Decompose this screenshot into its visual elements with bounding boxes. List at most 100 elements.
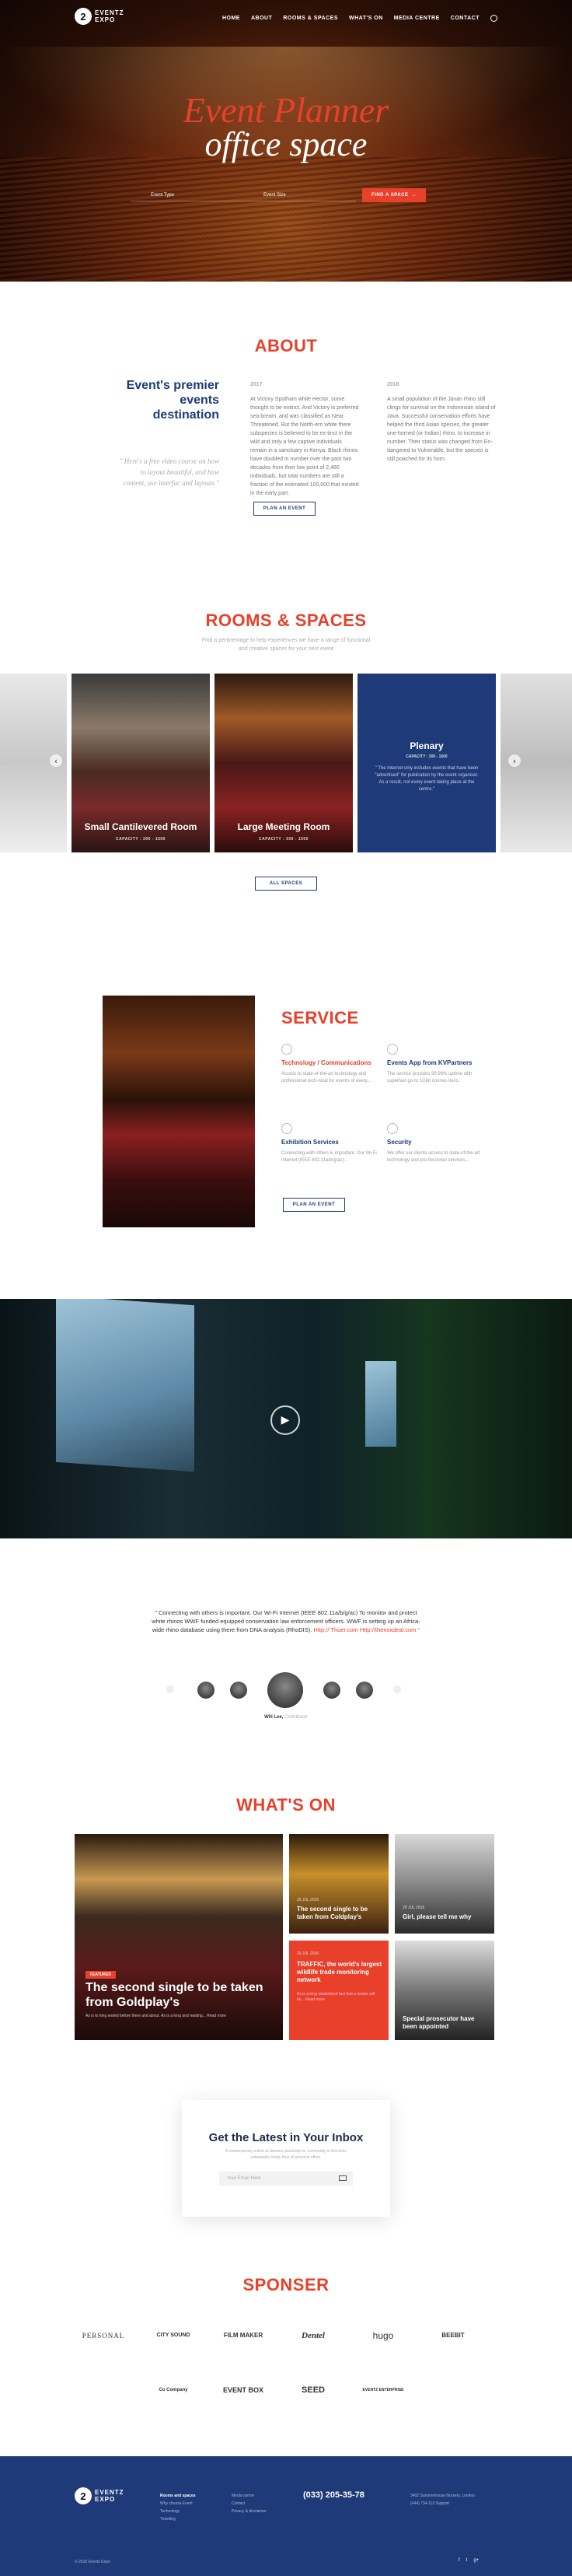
room-card-capacity: CAPACITY : 300 - 1500 [116,837,166,842]
nav-media-centre[interactable]: MEDIA CENTRE [394,16,440,21]
sponsor-logo[interactable]: BEEBIT [427,2318,479,2354]
sponsor-logo[interactable]: EVENTZ ENTERPRISE [358,2372,409,2408]
about-quote: " Here's a free video course on how to l… [119,457,219,487]
sponsor-logo[interactable]: EVENT BOX [218,2372,269,2408]
nav-contact[interactable]: CONTACT [451,16,480,21]
avatar[interactable] [323,1682,340,1699]
sponsor-logo[interactable]: CITY SOUND [148,2318,199,2354]
article-title: Girl, please tell me why [403,1913,472,1920]
footer-link[interactable]: Technology [160,2508,196,2515]
service-item-text: Connecting with others is important. Our… [281,1151,377,1163]
testimonial-avatars [166,1672,406,1708]
chevron-right-icon[interactable]: › [508,754,521,767]
footer-link[interactable]: Rooms and spaces [160,2492,196,2500]
avatar[interactable] [197,1682,214,1699]
article-date: 29 JUL 2016 [403,1906,425,1910]
avatar[interactable] [230,1682,247,1699]
service-item-text: The service provides 99.99% uptime with … [387,1072,473,1083]
footer-link[interactable]: Why choose Event [160,2500,196,2508]
service-image [103,996,255,1227]
nav-rooms[interactable]: ROOMS & SPACES [283,16,338,21]
about-column-2: 2018 A small population of the Javan rhi… [387,380,496,464]
logo-mark: 2 [75,8,92,25]
footer-link[interactable]: Ticketing [160,2515,196,2523]
service-security: Security We offer our clients access to … [387,1123,488,1164]
service-item-title: Security [387,1139,412,1146]
room-card-title: Plenary [410,740,444,751]
room-card-small-cantilevered[interactable]: Small Cantilevered Room CAPACITY : 300 -… [72,674,210,852]
event-size-select[interactable]: Event Size [243,189,356,201]
avatar-active[interactable] [267,1672,303,1708]
service-item-title: Technology / Communications [281,1059,371,1066]
footer-links-2: Media centre Contact Privacy & disclaime… [232,2492,267,2515]
about-heading: Event's premier events destination [126,379,219,422]
about-year-1: 2017 [250,382,263,387]
exhibition-icon [281,1123,292,1134]
chevron-left-icon[interactable]: ‹ [50,754,62,767]
nav-home[interactable]: HOME [222,16,240,21]
plan-event-button[interactable]: PLAN AN EVENT [253,502,316,516]
rooms-subtitle: Find a pertinentage to help experiences … [201,638,371,652]
arrow-right-icon: → [411,193,417,198]
footer-phone[interactable]: (033) 205-35-78 [303,2490,364,2500]
event-type-select[interactable]: Event Type [131,189,243,201]
article-card[interactable]: 29 JUL 2016 Girl, please tell me why [395,1834,494,1934]
facebook-icon[interactable]: f [459,2558,460,2563]
featured-article[interactable]: FEATURED The second single to be taken f… [75,1834,283,2040]
article-card[interactable]: 25 JUL 2016 The second single to be take… [289,1834,389,1934]
footer-address: 3402 Summerhouse Nursery, London (444) 7… [410,2494,476,2506]
mail-icon[interactable] [339,2175,347,2181]
find-space-button[interactable]: FIND A SPACE → [362,188,426,202]
security-icon [387,1123,398,1134]
service-exhibition: Exhibition Services Connecting with othe… [281,1123,382,1164]
sponsor-logo[interactable]: Co Company [148,2372,199,2408]
article-card[interactable]: Special prosecutor have been appointed [395,1941,494,2040]
search-icon[interactable] [490,15,497,22]
nav-about[interactable]: ABOUT [251,16,272,21]
footer-links-1: Rooms and spaces Why choose Event Techno… [160,2492,196,2523]
service-events-app: Events App from KVPartners The service p… [387,1044,488,1085]
nav-whats-on[interactable]: WHAT'S ON [349,16,383,21]
google-plus-icon[interactable]: g+ [473,2558,479,2563]
play-icon[interactable]: ▶ [270,1405,300,1435]
social-links: f t g+ [459,2558,479,2563]
avatar[interactable] [356,1682,373,1699]
testimonial-author: Will Lee, Contributor [264,1715,308,1720]
footer-link[interactable]: Contact [232,2500,267,2508]
email-field[interactable]: Your Email Here [219,2172,353,2186]
service-technology: Technology / Communications Access to st… [281,1044,382,1085]
room-card-title: Large Meeting Room [237,821,330,832]
twitter-icon[interactable]: t [466,2558,468,2563]
testimonial-link[interactable]: Http:// Thuer.com Http://themixdeal.com … [313,1626,420,1633]
sponsor-logo[interactable]: Dentel [288,2318,339,2354]
service-item-title: Exhibition Services [281,1139,339,1146]
sponsor-logo[interactable]: PERSONAL [78,2318,129,2354]
service-item-text: Access to state-of-the-art technology an… [281,1072,371,1083]
footer-link[interactable]: Privacy & disclaimer [232,2508,267,2515]
article-title: TRAFFIC, the world's largest wildlife tr… [297,1961,382,1983]
avatar[interactable] [166,1685,174,1693]
footer-link[interactable]: Media centre [232,2492,267,2500]
room-card-plenary[interactable]: Plenary CAPACITY : 300 - 1500 " The inte… [358,674,496,852]
about-text-2: A small population of the Javan rhino st… [387,397,496,462]
room-card-large-meeting[interactable]: Large Meeting Room CAPACITY : 300 - 1500 [214,674,353,852]
sponsor-logo[interactable]: SEED [288,2372,339,2408]
newsletter-title: Get the Latest in Your Inbox [208,2131,364,2144]
article-card[interactable]: 29 JUL 2016 TRAFFIC, the world's largest… [289,1941,389,2040]
article-date: 29 JUL 2016 [297,1951,319,1956]
article-title: Special prosecutor have been appointed [403,2015,475,2030]
hero-section: 2 EVENTZ EXPO HOME ABOUT ROOMS & SPACES W… [0,0,572,282]
top-navigation: 2 EVENTZ EXPO HOME ABOUT ROOMS & SPACES W… [0,0,572,37]
avatar[interactable] [393,1685,401,1693]
plan-event-button-2[interactable]: PLAN AN EVENT [283,1198,345,1212]
rooms-title: ROOMS & SPACES [205,611,367,630]
sponsor-logo[interactable]: FILM MAKER [218,2318,269,2354]
footer-logo[interactable]: 2 EVENTZ EXPO [75,2487,124,2504]
service-item-text: We offer our clients access to state-of-… [387,1151,480,1163]
room-card-title: Small Cantilevered Room [84,821,197,832]
sponsor-logo[interactable]: hugo [358,2318,409,2354]
logo[interactable]: 2 EVENTZ EXPO [75,8,124,25]
all-spaces-button[interactable]: ALL SPACES [255,877,317,891]
about-year-2: 2018 [387,382,399,387]
service-title: SERVICE [281,1008,359,1027]
